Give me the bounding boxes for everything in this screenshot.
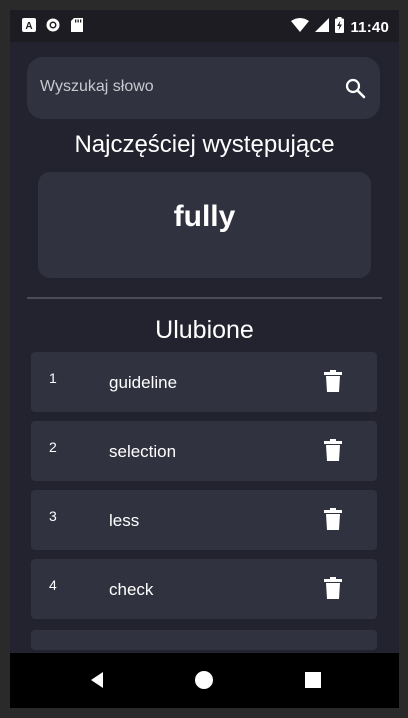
battery-charging-icon — [335, 17, 345, 38]
clock: 11:40 — [350, 19, 389, 36]
home-icon[interactable] — [193, 669, 215, 691]
item-number: 2 — [49, 439, 57, 455]
favorites-list: 1 guideline 2 selection 3 less 4 check — [31, 352, 377, 628]
back-icon[interactable] — [86, 669, 108, 691]
font-app-icon: A — [22, 18, 36, 32]
trash-icon[interactable] — [323, 439, 343, 461]
most-frequent-title: Najczęściej występujące — [74, 131, 335, 158]
circle-app-icon — [46, 18, 60, 32]
item-word: check — [109, 580, 154, 599]
list-item[interactable]: 2 selection — [31, 421, 377, 481]
search-icon[interactable] — [344, 77, 366, 99]
trash-icon[interactable] — [323, 577, 343, 599]
list-item-partial[interactable] — [31, 630, 377, 650]
divider — [27, 297, 382, 299]
search-input[interactable]: Wyszukaj słowo — [40, 78, 154, 96]
list-item[interactable]: 4 check — [31, 559, 377, 619]
most-frequent-card[interactable]: fully — [38, 172, 371, 278]
item-word: less — [109, 511, 140, 530]
signal-icon — [315, 18, 330, 37]
search-bar[interactable]: Wyszukaj słowo — [27, 57, 380, 119]
navigation-bar — [10, 653, 399, 708]
trash-icon[interactable] — [323, 508, 343, 530]
most-frequent-word: fully — [173, 200, 236, 233]
item-number: 3 — [49, 508, 57, 524]
item-number: 4 — [49, 577, 57, 593]
favorites-title: Ulubione — [155, 316, 254, 344]
app-screen: A 11:40 Wyszukaj słowo Najczęściej wystę… — [10, 10, 399, 708]
wifi-icon — [291, 18, 310, 37]
sd-card-icon — [70, 18, 84, 32]
trash-icon[interactable] — [323, 370, 343, 392]
list-item[interactable]: 3 less — [31, 490, 377, 550]
item-word: selection — [109, 442, 177, 461]
recents-icon[interactable] — [302, 669, 324, 691]
status-bar: A 11:40 — [10, 10, 399, 42]
item-number: 1 — [49, 370, 57, 386]
item-word: guideline — [109, 373, 178, 392]
list-item[interactable]: 1 guideline — [31, 352, 377, 412]
svg-text:A: A — [25, 21, 32, 32]
